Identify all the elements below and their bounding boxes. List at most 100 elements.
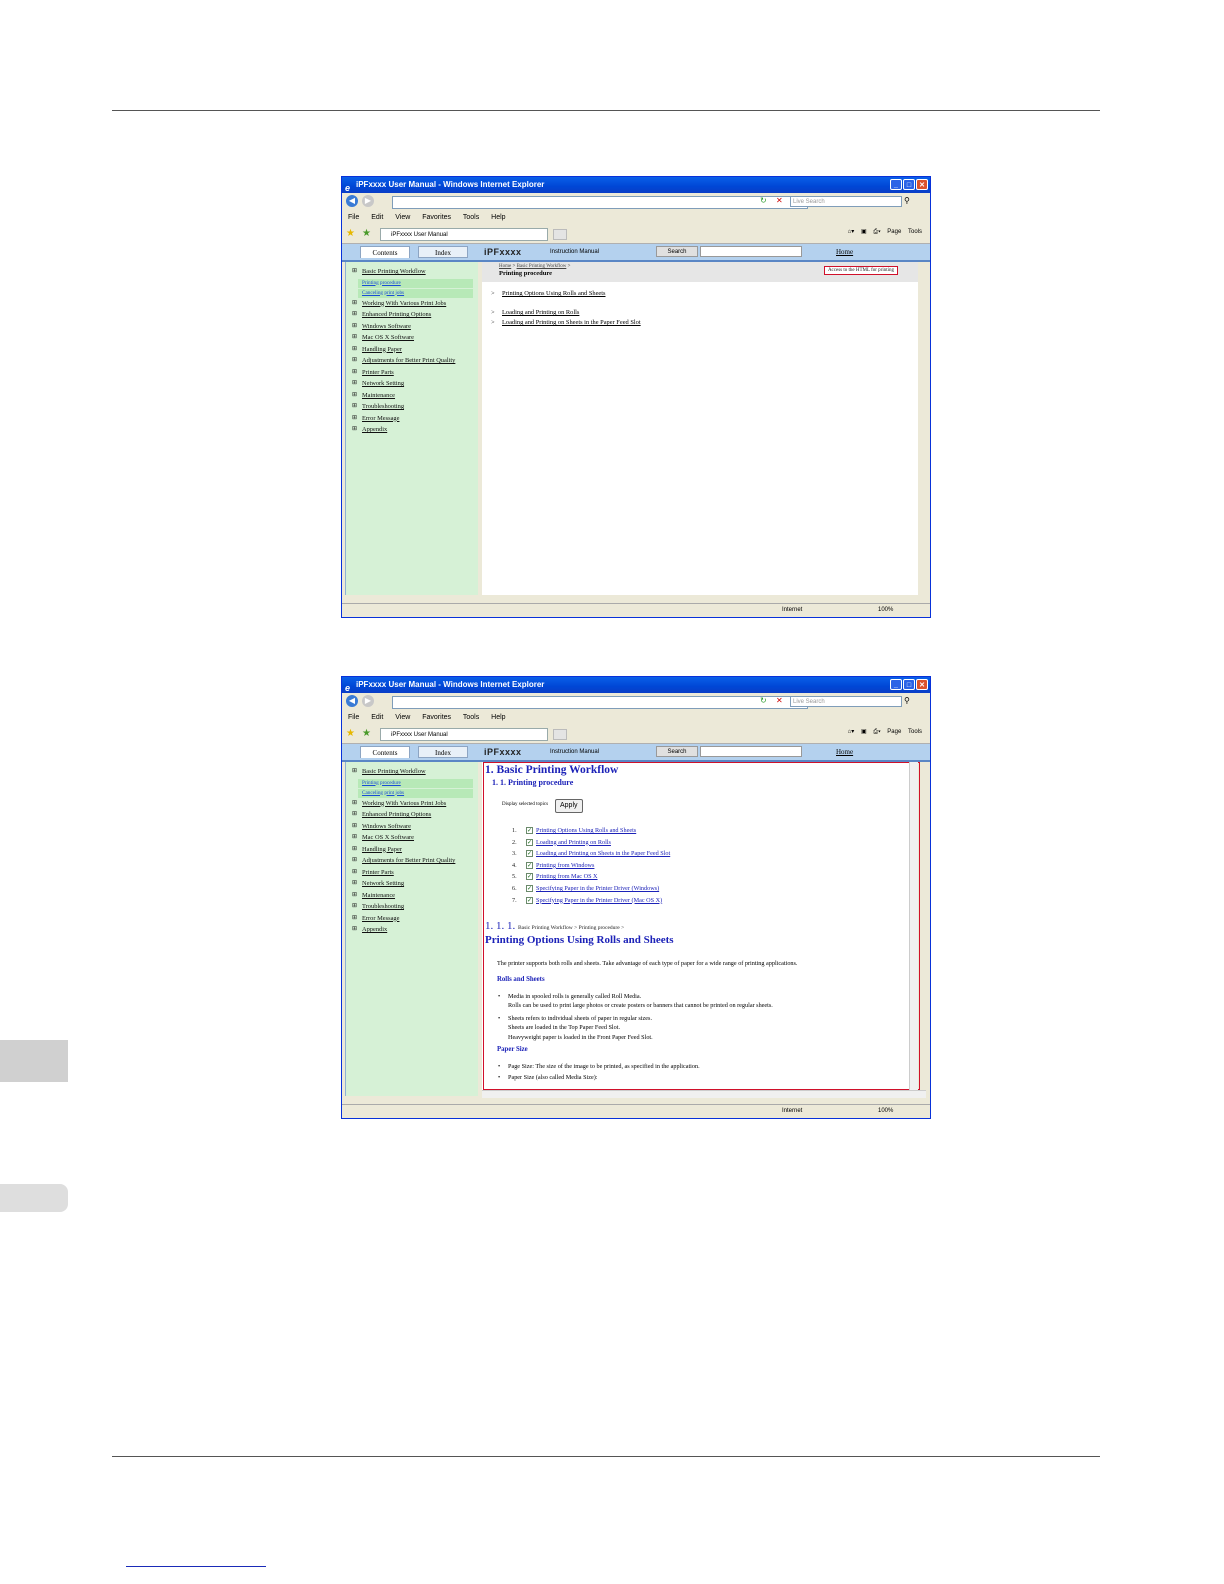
toc-subitem[interactable]: Printing procedure — [358, 278, 473, 288]
toc-item[interactable]: Mac OS X Software — [346, 832, 479, 844]
topic-checkbox[interactable]: ✓ — [526, 884, 533, 892]
search-icon[interactable]: ⚲ — [904, 196, 910, 205]
page-menu[interactable]: Page — [887, 729, 901, 735]
print-html-button[interactable]: Access to the HTML for printing — [823, 266, 898, 275]
topic-checkbox[interactable]: ✓ — [526, 838, 533, 846]
horizontal-scrollbar[interactable] — [482, 1090, 926, 1098]
toc-item[interactable]: Maintenance — [346, 390, 479, 402]
menu-tools[interactable]: Tools — [463, 214, 479, 221]
home-link[interactable]: Home — [836, 748, 853, 756]
tab-contents[interactable]: Contents — [360, 746, 410, 758]
stop-icon[interactable]: ✕ — [776, 196, 783, 205]
menu-tools[interactable]: Tools — [463, 714, 479, 721]
browser-tab[interactable]: iPFxxxx User Manual — [380, 228, 548, 241]
manual-search-input[interactable] — [700, 746, 802, 757]
print-icon[interactable]: ⎙▾ — [873, 229, 880, 235]
toc-item[interactable]: Printer Parts — [346, 867, 479, 879]
toc-item[interactable]: Network Setting — [346, 878, 479, 890]
crumb-home[interactable]: Home — [499, 264, 511, 269]
tab-contents[interactable]: Contents — [360, 246, 410, 258]
menu-help[interactable]: Help — [491, 714, 505, 721]
toc-item[interactable]: Working With Various Print Jobs — [346, 298, 479, 310]
toc-item[interactable]: Basic Printing Workflow — [346, 266, 479, 278]
page-menu[interactable]: Page — [887, 229, 901, 235]
live-search-input[interactable]: Live Search — [790, 696, 902, 707]
refresh-icon[interactable]: ↻ — [760, 196, 767, 205]
topic-checkbox[interactable]: ✓ — [526, 827, 533, 834]
search-icon[interactable]: ⚲ — [904, 696, 910, 705]
minimize-button[interactable]: _ — [890, 179, 902, 190]
toc-item[interactable]: Error Message — [346, 413, 479, 425]
new-tab-button[interactable] — [553, 229, 567, 240]
topic-link[interactable]: Loading and Printing on Sheets in the Pa… — [482, 319, 918, 329]
toc-subitem[interactable]: Canceling print jobs — [358, 288, 473, 298]
tools-menu[interactable]: Tools — [908, 229, 922, 235]
apply-button[interactable]: Apply — [555, 799, 583, 813]
toc-item[interactable]: Troubleshooting — [346, 401, 479, 413]
topic-checkbox[interactable]: ✓ — [526, 873, 533, 881]
home-icon[interactable]: ⌂▾ — [848, 229, 855, 235]
toc-item[interactable]: Mac OS X Software — [346, 332, 479, 344]
toc-subitem[interactable]: Printing procedure — [358, 778, 473, 788]
toc-item[interactable]: Basic Printing Workflow — [346, 766, 479, 778]
add-favorite-icon[interactable]: ★ — [362, 228, 371, 239]
search-button[interactable]: Search — [656, 746, 698, 757]
vertical-scrollbar[interactable] — [909, 762, 918, 1090]
topic-link[interactable]: Printing Options Using Rolls and Sheets — [482, 290, 918, 300]
maximize-button[interactable]: □ — [903, 179, 915, 190]
zoom-level[interactable]: 100% — [878, 604, 893, 617]
tab-index[interactable]: Index — [418, 746, 468, 758]
stop-icon[interactable]: ✕ — [776, 696, 783, 705]
tools-menu[interactable]: Tools — [908, 729, 922, 735]
browser-tab[interactable]: iPFxxxx User Manual — [380, 728, 548, 741]
add-favorite-icon[interactable]: ★ — [362, 728, 371, 739]
new-tab-button[interactable] — [553, 729, 567, 740]
tab-index[interactable]: Index — [418, 246, 468, 258]
minimize-button[interactable]: _ — [890, 679, 902, 690]
toc-item[interactable]: Adjustments for Better Print Quality — [346, 355, 479, 367]
menu-edit[interactable]: Edit — [371, 714, 383, 721]
toc-item[interactable]: Working With Various Print Jobs — [346, 798, 479, 810]
toc-item[interactable]: Maintenance — [346, 890, 479, 902]
toc-item[interactable]: Adjustments for Better Print Quality — [346, 855, 479, 867]
toc-item[interactable]: Windows Software — [346, 321, 479, 333]
toc-item[interactable]: Handling Paper — [346, 344, 479, 356]
close-button[interactable]: ✕ — [916, 179, 928, 190]
crumb-section[interactable]: Basic Printing Workflow — [517, 264, 567, 269]
menu-favorites[interactable]: Favorites — [422, 214, 451, 221]
topic-checkbox[interactable]: ✓ — [526, 896, 533, 904]
toc-item[interactable]: Windows Software — [346, 821, 479, 833]
toc-item[interactable]: Enhanced Printing Options — [346, 809, 479, 821]
search-button[interactable]: Search — [656, 246, 698, 257]
forward-icon[interactable]: ▶ — [362, 695, 374, 707]
manual-search-input[interactable] — [700, 246, 802, 257]
home-icon[interactable]: ⌂▾ — [848, 729, 855, 735]
topic-link[interactable]: Loading and Printing on Rolls — [482, 309, 918, 319]
favorites-star-icon[interactable]: ★ — [346, 728, 355, 739]
footer-link-underline[interactable] — [126, 1566, 266, 1567]
toc-subitem[interactable]: Canceling print jobs — [358, 788, 473, 798]
toc-item[interactable]: Troubleshooting — [346, 901, 479, 913]
favorites-star-icon[interactable]: ★ — [346, 228, 355, 239]
menu-edit[interactable]: Edit — [371, 214, 383, 221]
toc-item[interactable]: Printer Parts — [346, 367, 479, 379]
back-icon[interactable]: ◀ — [346, 195, 358, 207]
topic-checkbox[interactable]: ✓ — [526, 850, 533, 858]
back-icon[interactable]: ◀ — [346, 695, 358, 707]
feeds-icon[interactable]: ▣ — [861, 729, 867, 735]
zoom-level[interactable]: 100% — [878, 1105, 893, 1118]
menu-file[interactable]: File — [348, 214, 359, 221]
toc-item[interactable]: Error Message — [346, 913, 479, 925]
toc-item[interactable]: Appendix — [346, 424, 479, 436]
refresh-icon[interactable]: ↻ — [760, 696, 767, 705]
url-input[interactable] — [392, 696, 808, 709]
home-link[interactable]: Home — [836, 248, 853, 256]
toc-item[interactable]: Appendix — [346, 924, 479, 936]
menu-view[interactable]: View — [395, 714, 410, 721]
menu-file[interactable]: File — [348, 714, 359, 721]
topic-checkbox[interactable]: ✓ — [526, 861, 533, 869]
url-input[interactable] — [392, 196, 808, 209]
menu-help[interactable]: Help — [491, 214, 505, 221]
menu-view[interactable]: View — [395, 214, 410, 221]
toc-item[interactable]: Enhanced Printing Options — [346, 309, 479, 321]
